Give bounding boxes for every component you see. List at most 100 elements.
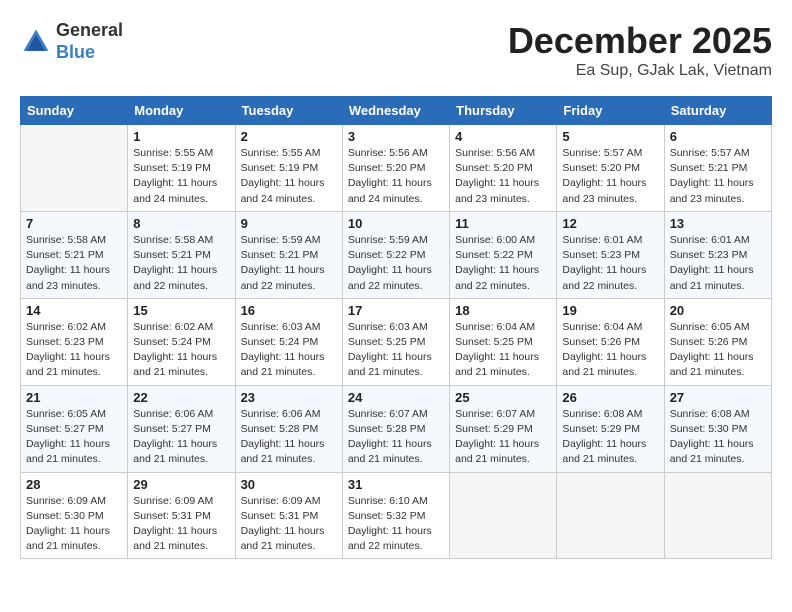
day-header: Tuesday: [235, 97, 342, 125]
logo-general-text: General: [56, 20, 123, 40]
calendar-cell: 13Sunrise: 6:01 AMSunset: 5:23 PMDayligh…: [664, 211, 771, 298]
page-header: General Blue December 2025 Ea Sup, GJak …: [20, 20, 772, 80]
cell-info: Sunrise: 5:57 AMSunset: 5:20 PMDaylight:…: [562, 146, 658, 207]
page-title: December 2025: [508, 20, 772, 62]
cell-info: Sunrise: 6:07 AMSunset: 5:28 PMDaylight:…: [348, 407, 444, 468]
calendar-cell: 27Sunrise: 6:08 AMSunset: 5:30 PMDayligh…: [664, 385, 771, 472]
calendar-cell: 6 Sunrise: 5:57 AMSunset: 5:21 PMDaylight…: [664, 125, 771, 212]
cell-date: 5: [562, 129, 658, 144]
cell-date: 17: [348, 303, 444, 318]
cell-info: Sunrise: 5:55 AMSunset: 5:19 PMDaylight:…: [133, 146, 229, 207]
cell-date: 10: [348, 216, 444, 231]
cell-info: Sunrise: 5:59 AMSunset: 5:21 PMDaylight:…: [241, 233, 337, 294]
calendar-cell: [664, 472, 771, 559]
cell-date: 13: [670, 216, 766, 231]
calendar-cell: 7Sunrise: 5:58 AMSunset: 5:21 PMDaylight…: [21, 211, 128, 298]
cell-info: Sunrise: 6:04 AMSunset: 5:26 PMDaylight:…: [562, 320, 658, 381]
cell-info: Sunrise: 6:05 AMSunset: 5:26 PMDaylight:…: [670, 320, 766, 381]
calendar-cell: [450, 472, 557, 559]
day-header: Monday: [128, 97, 235, 125]
calendar-cell: 22 Sunrise: 6:06 AMSunset: 5:27 PMDayligh…: [128, 385, 235, 472]
cell-info: Sunrise: 6:08 AMSunset: 5:30 PMDaylight:…: [670, 407, 766, 468]
cell-info: Sunrise: 5:58 AMSunset: 5:21 PMDaylight:…: [133, 233, 229, 294]
cell-info: Sunrise: 6:00 AMSunset: 5:22 PMDaylight:…: [455, 233, 551, 294]
cell-date: 7: [26, 216, 122, 231]
cell-date: 31: [348, 477, 444, 492]
cell-date: 26: [562, 390, 658, 405]
cell-date: 24: [348, 390, 444, 405]
cell-date: 6: [670, 129, 766, 144]
cell-date: 30: [241, 477, 337, 492]
day-header: Sunday: [21, 97, 128, 125]
cell-date: 15: [133, 303, 229, 318]
day-header: Thursday: [450, 97, 557, 125]
cell-info: Sunrise: 6:05 AMSunset: 5:27 PMDaylight:…: [26, 407, 122, 468]
cell-info: Sunrise: 6:10 AMSunset: 5:32 PMDaylight:…: [348, 494, 444, 555]
logo-blue-text: Blue: [56, 42, 95, 62]
calendar-cell: 12 Sunrise: 6:01 AMSunset: 5:23 PMDayligh…: [557, 211, 664, 298]
cell-info: Sunrise: 6:01 AMSunset: 5:23 PMDaylight:…: [562, 233, 658, 294]
calendar-table: SundayMondayTuesdayWednesdayThursdayFrid…: [20, 96, 772, 559]
cell-date: 3: [348, 129, 444, 144]
cell-date: 2: [241, 129, 337, 144]
cell-date: 9: [241, 216, 337, 231]
logo-icon: [20, 26, 52, 58]
calendar-cell: 17 Sunrise: 6:03 AMSunset: 5:25 PMDayligh…: [342, 298, 449, 385]
cell-info: Sunrise: 6:02 AMSunset: 5:24 PMDaylight:…: [133, 320, 229, 381]
calendar-cell: [21, 125, 128, 212]
logo: General Blue: [20, 20, 123, 63]
cell-info: Sunrise: 6:08 AMSunset: 5:29 PMDaylight:…: [562, 407, 658, 468]
calendar-cell: 30 Sunrise: 6:09 AMSunset: 5:31 PMDayligh…: [235, 472, 342, 559]
calendar-cell: 8 Sunrise: 5:58 AMSunset: 5:21 PMDaylight…: [128, 211, 235, 298]
calendar-cell: 14 Sunrise: 6:02 AMSunset: 5:23 PMDayligh…: [21, 298, 128, 385]
cell-date: 8: [133, 216, 229, 231]
cell-info: Sunrise: 6:09 AMSunset: 5:31 PMDaylight:…: [241, 494, 337, 555]
cell-date: 28: [26, 477, 122, 492]
cell-date: 21: [26, 390, 122, 405]
calendar-cell: 28 Sunrise: 6:09 AMSunset: 5:30 PMDayligh…: [21, 472, 128, 559]
calendar-cell: 31 Sunrise: 6:10 AMSunset: 5:32 PMDayligh…: [342, 472, 449, 559]
cell-info: Sunrise: 6:09 AMSunset: 5:31 PMDaylight:…: [133, 494, 229, 555]
cell-info: Sunrise: 5:57 AMSunset: 5:21 PMDaylight:…: [670, 146, 766, 207]
calendar-cell: 25 Sunrise: 6:07 AMSunset: 5:29 PMDayligh…: [450, 385, 557, 472]
cell-info: Sunrise: 5:55 AMSunset: 5:19 PMDaylight:…: [241, 146, 337, 207]
cell-info: Sunrise: 6:06 AMSunset: 5:27 PMDaylight:…: [133, 407, 229, 468]
cell-info: Sunrise: 6:07 AMSunset: 5:29 PMDaylight:…: [455, 407, 551, 468]
cell-date: 14: [26, 303, 122, 318]
cell-info: Sunrise: 5:59 AMSunset: 5:22 PMDaylight:…: [348, 233, 444, 294]
day-header: Saturday: [664, 97, 771, 125]
calendar-cell: 4 Sunrise: 5:56 AMSunset: 5:20 PMDaylight…: [450, 125, 557, 212]
calendar-week-row: 14 Sunrise: 6:02 AMSunset: 5:23 PMDayligh…: [21, 298, 772, 385]
cell-date: 19: [562, 303, 658, 318]
cell-info: Sunrise: 6:04 AMSunset: 5:25 PMDaylight:…: [455, 320, 551, 381]
cell-date: 18: [455, 303, 551, 318]
calendar-cell: 1 Sunrise: 5:55 AMSunset: 5:19 PMDaylight…: [128, 125, 235, 212]
calendar-cell: 23 Sunrise: 6:06 AMSunset: 5:28 PMDayligh…: [235, 385, 342, 472]
cell-date: 23: [241, 390, 337, 405]
cell-info: Sunrise: 6:09 AMSunset: 5:30 PMDaylight:…: [26, 494, 122, 555]
cell-date: 25: [455, 390, 551, 405]
calendar-cell: 2 Sunrise: 5:55 AMSunset: 5:19 PMDaylight…: [235, 125, 342, 212]
calendar-cell: 16 Sunrise: 6:03 AMSunset: 5:24 PMDayligh…: [235, 298, 342, 385]
day-header: Friday: [557, 97, 664, 125]
cell-info: Sunrise: 6:06 AMSunset: 5:28 PMDaylight:…: [241, 407, 337, 468]
cell-date: 22: [133, 390, 229, 405]
calendar-week-row: 1 Sunrise: 5:55 AMSunset: 5:19 PMDaylight…: [21, 125, 772, 212]
cell-info: Sunrise: 5:56 AMSunset: 5:20 PMDaylight:…: [348, 146, 444, 207]
cell-date: 20: [670, 303, 766, 318]
cell-info: Sunrise: 5:56 AMSunset: 5:20 PMDaylight:…: [455, 146, 551, 207]
calendar-cell: 3 Sunrise: 5:56 AMSunset: 5:20 PMDaylight…: [342, 125, 449, 212]
calendar-week-row: 28 Sunrise: 6:09 AMSunset: 5:30 PMDayligh…: [21, 472, 772, 559]
cell-info: Sunrise: 6:03 AMSunset: 5:25 PMDaylight:…: [348, 320, 444, 381]
day-header: Wednesday: [342, 97, 449, 125]
cell-info: Sunrise: 6:02 AMSunset: 5:23 PMDaylight:…: [26, 320, 122, 381]
calendar-header-row: SundayMondayTuesdayWednesdayThursdayFrid…: [21, 97, 772, 125]
cell-info: Sunrise: 6:03 AMSunset: 5:24 PMDaylight:…: [241, 320, 337, 381]
cell-date: 1: [133, 129, 229, 144]
calendar-cell: [557, 472, 664, 559]
calendar-cell: 21 Sunrise: 6:05 AMSunset: 5:27 PMDayligh…: [21, 385, 128, 472]
cell-date: 4: [455, 129, 551, 144]
calendar-cell: 5 Sunrise: 5:57 AMSunset: 5:20 PMDaylight…: [557, 125, 664, 212]
cell-date: 12: [562, 216, 658, 231]
cell-date: 16: [241, 303, 337, 318]
